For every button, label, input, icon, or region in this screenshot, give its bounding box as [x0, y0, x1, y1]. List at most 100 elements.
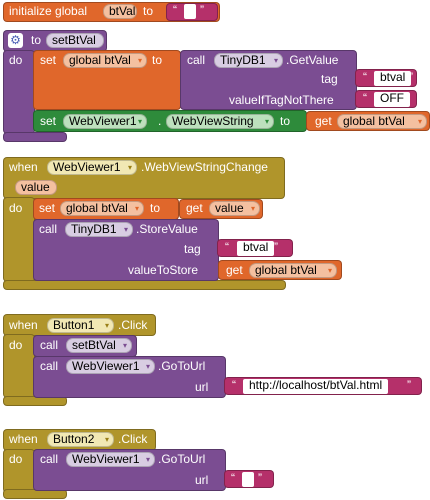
url-label: url — [195, 380, 209, 394]
call-label: call — [40, 359, 59, 373]
event-do-label: do — [9, 452, 23, 466]
get-param-dropdown[interactable]: value ▾ — [209, 201, 260, 216]
when-label: when — [9, 432, 38, 446]
get-global-var-dropdown[interactable]: global btVal ▾ — [249, 263, 337, 278]
get-label: get — [226, 263, 243, 277]
global-var-name-field[interactable]: btVal — [103, 4, 137, 19]
dropdown-icon: ▾ — [122, 341, 127, 350]
close-quote-icon: ” — [407, 378, 411, 392]
event-component-dropdown[interactable]: WebViewer1 ▾ — [47, 160, 137, 175]
global-var-name: btVal — [109, 4, 136, 18]
event-name-label: .Click — [118, 432, 148, 446]
set-to-label: to — [150, 201, 161, 215]
set2-label: set — [40, 114, 57, 128]
tag-text-field[interactable]: btval — [374, 71, 412, 86]
tag-label: tag — [321, 72, 338, 86]
set-global-var-dropdown[interactable]: global btVal ▾ — [60, 201, 144, 216]
empty-text-field[interactable] — [184, 4, 196, 19]
webviewstring-property: WebViewString — [172, 114, 254, 128]
event-component-name: WebViewer1 — [53, 160, 121, 174]
gotourl-method-label: .GoToUrl — [158, 359, 206, 373]
initialize-global-label: initialize global — [9, 4, 88, 18]
close-quote-icon: ” — [274, 240, 278, 254]
get-global-var: global btVal — [255, 263, 317, 277]
when-label: when — [9, 318, 38, 332]
get-global-var: global btVal — [343, 114, 405, 128]
open-quote-icon: “ — [231, 471, 235, 485]
close-quote-icon: ” — [258, 471, 262, 485]
event-param-value[interactable]: value — [15, 180, 57, 195]
tinydb-component-dropdown[interactable]: TinyDB1 ▾ — [65, 222, 133, 237]
dropdown-icon: ▾ — [104, 321, 109, 330]
webviewstring-property-dropdown[interactable]: WebViewString ▾ — [166, 114, 274, 129]
empty-url-text-field[interactable] — [242, 472, 254, 487]
value-to-store-label: valueToStore — [128, 263, 199, 277]
initialize-to-label: to — [143, 4, 154, 18]
procedure-name-field[interactable]: setBtVal — [46, 33, 104, 48]
event-do-label: do — [9, 201, 23, 215]
set-global-var-dropdown[interactable]: global btVal ▾ — [63, 53, 147, 68]
tinydb-component-name: TinyDB1 — [71, 222, 117, 236]
procedure-do-label: do — [9, 53, 23, 67]
webviewstringchange-event-bottom — [3, 280, 286, 290]
event-name-label: .WebViewStringChange — [141, 160, 268, 174]
open-quote-icon: “ — [232, 378, 236, 392]
tinydb-component-dropdown[interactable]: TinyDB1 ▾ — [214, 53, 283, 68]
dropdown-icon: ▾ — [123, 225, 128, 234]
dropdown-icon: ▾ — [145, 455, 150, 464]
gotourl-method-label: .GoToUrl — [158, 452, 206, 466]
webviewer-component-dropdown[interactable]: WebViewer1 ▾ — [66, 359, 155, 374]
webviewer-component-name: WebViewer1 — [72, 452, 140, 466]
dropdown-icon: ▾ — [127, 163, 132, 172]
dropdown-icon: ▾ — [137, 56, 142, 65]
close-quote-icon: ” — [406, 91, 410, 105]
dropdown-icon: ▾ — [273, 56, 278, 65]
dropdown-icon: ▾ — [264, 117, 269, 126]
set-global-var: global btVal — [69, 53, 131, 67]
getvalue-method-label: .GetValue — [286, 53, 339, 67]
close-quote-icon: ” — [409, 70, 413, 84]
dropdown-icon: ▾ — [250, 204, 255, 213]
set2-dot-label: . — [158, 114, 162, 128]
default-text-field[interactable]: OFF — [374, 92, 410, 107]
dropdown-icon: ▾ — [104, 435, 109, 444]
set-to-label: to — [152, 53, 163, 67]
get-param-name: value — [215, 201, 244, 215]
webviewer-component-dropdown[interactable]: WebViewer1 ▾ — [63, 114, 147, 129]
procedure-name-field[interactable]: setBtVal ▾ — [66, 338, 132, 353]
set-label: set — [39, 201, 56, 215]
event-component-dropdown[interactable]: Button1 ▾ — [47, 318, 114, 333]
open-quote-icon: “ — [173, 3, 177, 17]
dropdown-icon: ▾ — [327, 266, 332, 275]
tag-text-field[interactable]: btval — [237, 241, 275, 256]
set-label: set — [40, 53, 57, 67]
event-component-dropdown[interactable]: Button2 ▾ — [47, 432, 114, 447]
url-label: url — [195, 473, 209, 487]
value-if-tag-not-there-label: valueIfTagNotThere — [229, 93, 334, 107]
dropdown-icon: ▾ — [134, 204, 139, 213]
event-component-name: Button2 — [53, 432, 95, 446]
set-global-var: global btVal — [66, 201, 128, 215]
dropdown-icon: ▾ — [417, 117, 422, 126]
webviewer-component-name: WebViewer1 — [72, 359, 140, 373]
open-quote-icon: “ — [363, 70, 367, 84]
webviewer-component-dropdown[interactable]: WebViewer1 ▾ — [66, 452, 155, 467]
call-label: call — [39, 222, 58, 236]
close-quote-icon: ” — [200, 3, 204, 17]
storevalue-method-label: .StoreValue — [136, 222, 198, 236]
webviewer-component-name: WebViewer1 — [69, 114, 137, 128]
procedure-block-bottom — [3, 132, 67, 142]
gear-icon[interactable]: ⚙ — [8, 33, 23, 48]
get-label: get — [186, 201, 203, 215]
tinydb-component-name: TinyDB1 — [220, 53, 266, 67]
get-label: get — [315, 114, 332, 128]
dropdown-icon: ▾ — [145, 362, 150, 371]
open-quote-icon: “ — [363, 91, 367, 105]
tag-label: tag — [184, 242, 201, 256]
url-text-field[interactable]: http://localhost/btVal.html — [243, 379, 389, 394]
procedure-name: setBtVal — [72, 338, 116, 352]
get-global-var-dropdown[interactable]: global btVal ▾ — [337, 114, 427, 129]
call-label: call — [40, 338, 59, 352]
event-do-label: do — [9, 338, 23, 352]
when-label: when — [9, 160, 38, 174]
